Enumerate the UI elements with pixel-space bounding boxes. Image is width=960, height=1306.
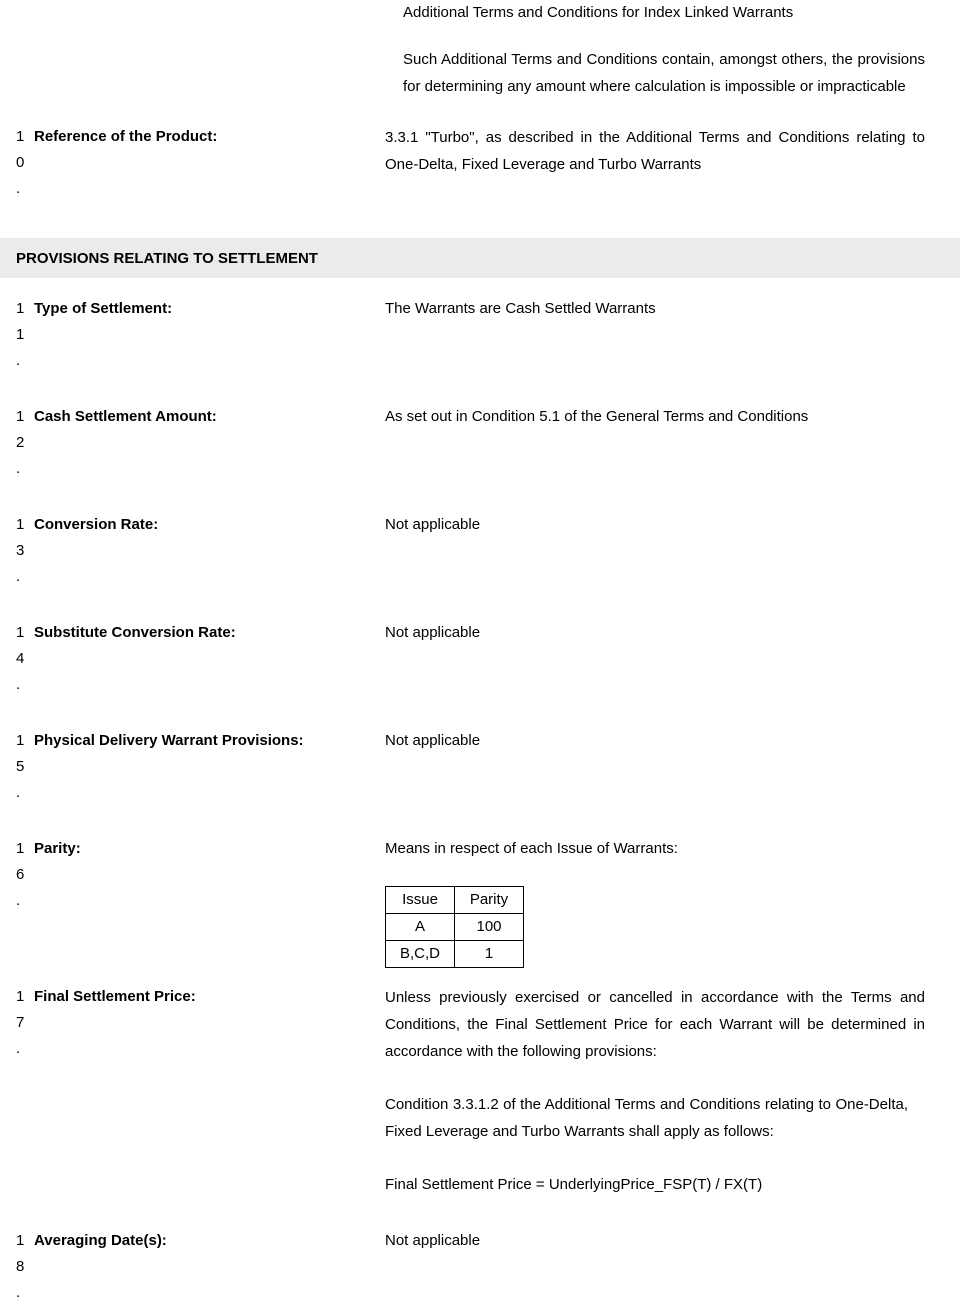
- term-value-12: As set out in Condition 5.1 of the Gener…: [385, 408, 809, 425]
- term-label-12: Cash Settlement Amount:: [34, 408, 217, 425]
- term-value-15: Not applicable: [385, 732, 481, 749]
- term-number-digit: 1: [16, 128, 25, 145]
- term-number-digit: 1: [16, 1232, 25, 1249]
- intro-title: Additional Terms and Conditions for Inde…: [403, 4, 794, 21]
- parity-cell-issue: A: [385, 913, 455, 941]
- term-number-digit: .: [16, 568, 21, 585]
- term-row-17: 1 7 . Final Settlement Price: Unless pre…: [0, 984, 960, 1198]
- term-number-digit: 5: [16, 758, 25, 775]
- document-page: Additional Terms and Conditions for Inde…: [0, 0, 960, 1306]
- term-number-digit: .: [16, 1284, 21, 1301]
- term-number-digit: 6: [16, 866, 25, 883]
- term-row-11: 1 1 . Type of Settlement: The Warrants a…: [0, 296, 960, 374]
- term-number-15: 1 5 .: [0, 728, 34, 806]
- term-number-digit: 7: [16, 1014, 25, 1031]
- term-number-digit: 0: [16, 154, 25, 171]
- term-value-14: Not applicable: [385, 624, 481, 641]
- term-number-digit: .: [16, 460, 21, 477]
- term-row-16: 1 6 . Parity: Means in respect of each I…: [0, 836, 960, 968]
- parity-table: Issue Parity A 100 B,C,D 1: [385, 886, 524, 968]
- term-number-digit: .: [16, 676, 21, 693]
- term-row-18: 1 8 . Averaging Date(s): Not applicable: [0, 1228, 960, 1306]
- term-value-17: Unless previously exercised or cancelled…: [385, 984, 942, 1198]
- term-number-10: 1 0 .: [0, 124, 34, 202]
- term-number-digit: 1: [16, 516, 25, 533]
- term-number-digit: 1: [16, 624, 25, 641]
- term-number-18: 1 8 .: [0, 1228, 34, 1306]
- term-number-14: 1 4 .: [0, 620, 34, 698]
- term-number-digit: .: [16, 892, 21, 909]
- term-row-14: 1 4 . Substitute Conversion Rate: Not ap…: [0, 620, 960, 698]
- term-label-13: Conversion Rate:: [34, 516, 159, 533]
- term-number-digit: 1: [16, 732, 25, 749]
- term-label-11: Type of Settlement:: [34, 300, 173, 317]
- term-label-15: Physical Delivery Warrant Provisions:: [34, 732, 304, 749]
- term-number-digit: 1: [16, 300, 25, 317]
- term-number-digit: 8: [16, 1258, 25, 1275]
- term-number-digit: 1: [16, 988, 25, 1005]
- term-number-digit: .: [16, 180, 21, 197]
- intro-paragraph: Such Additional Terms and Conditions con…: [403, 51, 925, 95]
- term-value-13: Not applicable: [385, 516, 481, 533]
- term-number-digit: .: [16, 352, 21, 369]
- term-number-digit: 1: [16, 408, 25, 425]
- term-number-12: 1 2 .: [0, 404, 34, 482]
- term-value-10: 3.3.1 "Turbo", as described in the Addit…: [385, 129, 925, 173]
- term-number-digit: 1: [16, 840, 25, 857]
- term-value-11: The Warrants are Cash Settled Warrants: [385, 300, 656, 317]
- fsp-intro-text: Unless previously exercised or cancelled…: [385, 989, 925, 1060]
- parity-intro-text: Means in respect of each Issue of Warran…: [385, 840, 678, 857]
- parity-cell-parity: 1: [454, 940, 524, 968]
- term-number-digit: .: [16, 1040, 21, 1057]
- term-number-digit: 2: [16, 434, 25, 451]
- term-row-15: 1 5 . Physical Delivery Warrant Provisio…: [0, 728, 960, 806]
- term-number-13: 1 3 .: [0, 512, 34, 590]
- term-value-18: Not applicable: [385, 1232, 481, 1249]
- fsp-formula: Final Settlement Price = UnderlyingPrice…: [385, 1176, 763, 1193]
- term-row-13: 1 3 . Conversion Rate: Not applicable: [0, 512, 960, 590]
- parity-cell-parity: 100: [454, 913, 524, 941]
- term-row-10: 1 0 . Reference of the Product: 3.3.1 "T…: [0, 124, 960, 202]
- term-number-digit: 3: [16, 542, 25, 559]
- term-number-digit: 1: [16, 326, 25, 343]
- term-label-17: Final Settlement Price:: [34, 988, 196, 1005]
- parity-table-header-issue: Issue: [385, 886, 455, 914]
- section-heading-settlement: PROVISIONS RELATING TO SETTLEMENT: [0, 238, 960, 278]
- term-number-digit: 4: [16, 650, 25, 667]
- parity-table-header-parity: Parity: [454, 886, 524, 914]
- term-label-18: Averaging Date(s):: [34, 1232, 167, 1249]
- term-value-16: Means in respect of each Issue of Warran…: [385, 836, 942, 968]
- term-label-10: Reference of the Product:: [34, 128, 218, 145]
- term-number-17: 1 7 .: [0, 984, 34, 1062]
- term-number-11: 1 1 .: [0, 296, 34, 374]
- parity-cell-issue: B,C,D: [385, 940, 455, 968]
- table-row: B,C,D 1: [385, 940, 524, 968]
- term-number-16: 1 6 .: [0, 836, 34, 914]
- table-row: A 100: [385, 913, 524, 941]
- fsp-condition-paragraph: Condition 3.3.1.2 of the Additional Term…: [385, 1096, 908, 1140]
- intro-block: Additional Terms and Conditions for Inde…: [0, 0, 960, 100]
- term-number-digit: .: [16, 784, 21, 801]
- term-row-12: 1 2 . Cash Settlement Amount: As set out…: [0, 404, 960, 482]
- term-label-14: Substitute Conversion Rate:: [34, 624, 236, 641]
- term-label-16: Parity:: [34, 840, 81, 857]
- table-header-row: Issue Parity: [385, 886, 524, 914]
